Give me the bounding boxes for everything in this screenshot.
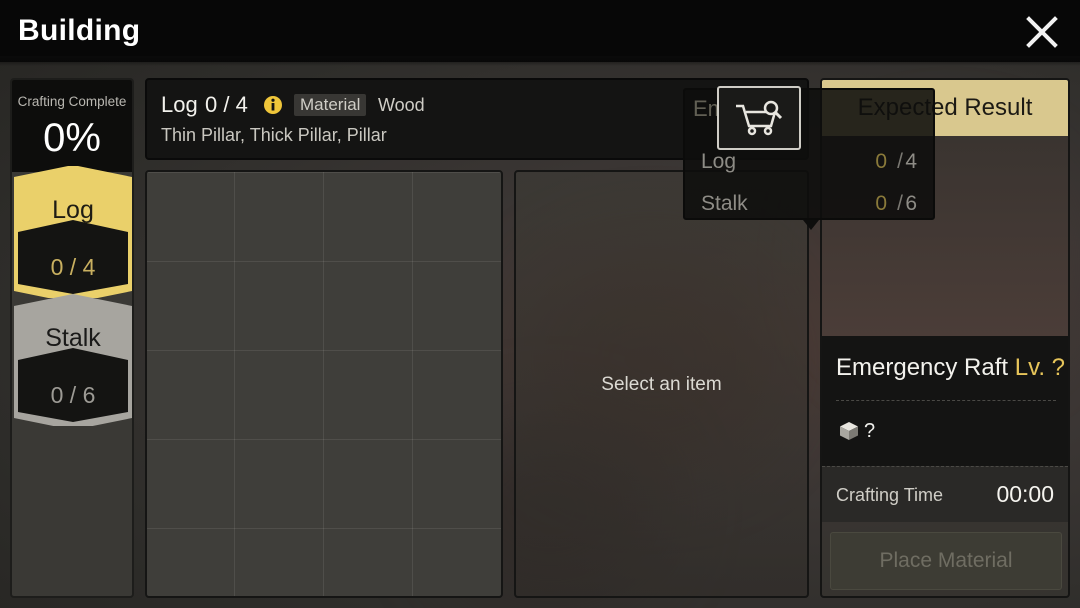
close-icon (1026, 16, 1058, 48)
material-used-for: Thin Pillar, Thick Pillar, Pillar (161, 125, 387, 145)
crafting-time-value: 00:00 (996, 481, 1054, 507)
crafting-progress: Crafting Complete 0% (12, 80, 132, 172)
tooltip-arrow (803, 220, 819, 230)
crafting-time-row: Crafting Time 00:00 (822, 466, 1068, 522)
tooltip-have: 0 (875, 150, 887, 173)
close-button[interactable] (1020, 10, 1064, 54)
place-material-button[interactable]: Place Material (830, 532, 1062, 590)
item-select-panel[interactable]: Select an item (514, 170, 809, 598)
result-name: Emergency Raft (836, 354, 1009, 381)
tooltip-material-name: Log (701, 150, 737, 173)
material-progress-column: Crafting Complete 0% Log 0 / 4 Stalk 0 /… (10, 78, 134, 598)
info-icon[interactable] (263, 95, 283, 115)
tooltip-have: 0 (875, 192, 887, 215)
tooltip-need: 4 (905, 150, 917, 173)
tooltip-slash: / (897, 150, 903, 173)
result-item-count: ? (864, 420, 876, 442)
selected-material-name: Log (161, 92, 198, 117)
result-name-line: Emergency Raft Lv. ? (836, 354, 1065, 382)
material-tag: Material (294, 94, 367, 116)
material-count: 0 / 4 (50, 254, 96, 280)
tooltip-slash: / (897, 192, 903, 215)
crafting-complete-percent: 0% (43, 116, 101, 160)
crafting-complete-label: Crafting Complete (17, 94, 127, 109)
result-info: Emergency Raft Lv. ? ? (822, 336, 1068, 466)
tooltip-row: Stalk 0 / 6 (685, 184, 933, 222)
page-title: Building (18, 14, 141, 47)
result-level: Lv. ? (1014, 354, 1065, 381)
header-bar: Building (0, 0, 1080, 66)
material-name: Stalk (45, 324, 101, 352)
tooltip-need: 6 (905, 192, 917, 215)
tooltip-material-name: Stalk (701, 192, 748, 215)
material-card-log[interactable]: Log 0 / 4 (14, 166, 132, 298)
material-name: Log (52, 196, 94, 224)
cube-icon (840, 422, 858, 440)
inventory-grid[interactable] (145, 170, 503, 598)
shopping-cart-search-icon (736, 100, 783, 136)
material-card-stalk[interactable]: Stalk 0 / 6 (14, 294, 132, 426)
material-type: Wood (378, 95, 425, 115)
shop-search-button[interactable] (717, 86, 801, 150)
material-count: 0 / 6 (50, 382, 96, 408)
divider (836, 400, 1056, 401)
select-item-hint: Select an item (601, 374, 722, 395)
crafting-time-label: Crafting Time (836, 485, 944, 505)
selected-material-count: 0 / 4 (205, 92, 248, 117)
